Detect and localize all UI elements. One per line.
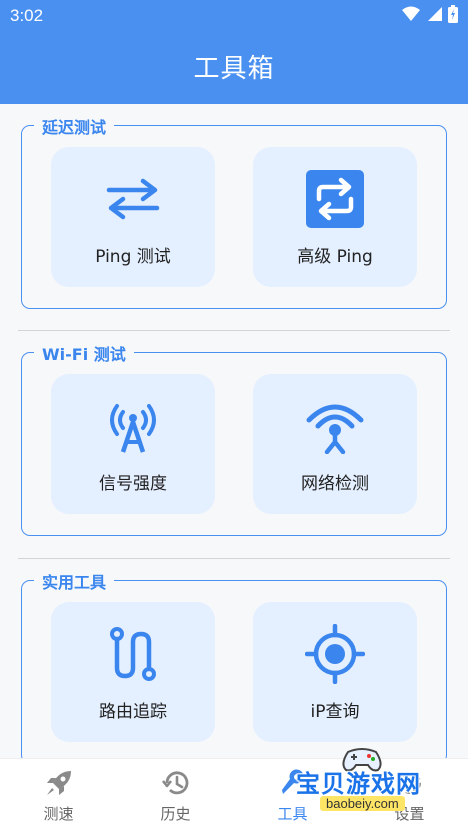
divider: [18, 330, 450, 331]
wifi-status-icon: [402, 6, 420, 21]
history-icon: [117, 769, 234, 797]
repeat-square-icon: [253, 169, 417, 229]
tile-ping-test[interactable]: Ping 测试: [51, 147, 215, 287]
wifi-antenna-icon: [253, 396, 417, 456]
tile-advanced-ping[interactable]: 高级 Ping: [253, 147, 417, 287]
battery-icon: [448, 5, 458, 23]
nav-label: 测速: [43, 805, 74, 823]
tile-label: 路由追踪: [99, 702, 167, 722]
tile-label: 信号强度: [99, 474, 167, 494]
swap-arrows-icon: [51, 169, 215, 229]
tile-label: 高级 Ping: [297, 247, 373, 267]
watermark: 宝贝游戏网 baobeiy.com: [290, 746, 468, 816]
tile-label: Ping 测试: [95, 247, 171, 267]
tile-label: 网络检测: [301, 474, 369, 494]
tile-route-trace[interactable]: 路由追踪: [51, 602, 215, 742]
tile-signal-strength[interactable]: 信号强度: [51, 374, 215, 514]
section-title: 实用工具: [34, 569, 115, 593]
section-utilities: 实用工具 路由追踪 iP查询: [21, 569, 447, 758]
tools-content[interactable]: 延迟测试 Ping 测试 高级 Ping Wi-Fi 测试 信号强度 网络检测 …: [0, 104, 468, 758]
section-title: Wi-Fi 测试: [34, 341, 134, 365]
signal-tower-icon: [51, 396, 215, 456]
rocket-icon: [0, 769, 117, 797]
section-latency-test: 延迟测试 Ping 测试 高级 Ping: [21, 114, 447, 309]
watermark-text: 宝贝游戏网: [296, 770, 421, 798]
nav-label: 历史: [160, 805, 191, 823]
status-bar: 3:02: [0, 0, 468, 32]
status-icons: [402, 5, 458, 23]
section-title: 延迟测试: [34, 114, 115, 138]
watermark-sub: baobeiy.com: [320, 796, 405, 811]
app-bar: 3:02 工具箱: [0, 0, 468, 104]
page-title: 工具箱: [193, 54, 275, 84]
crosshair-icon: [253, 624, 417, 684]
section-wifi-test: Wi-Fi 测试 信号强度 网络检测: [21, 341, 447, 536]
divider: [18, 558, 450, 559]
tile-ip-lookup[interactable]: iP查询: [253, 602, 417, 742]
cell-signal-icon: [428, 7, 442, 21]
nav-item-speedtest[interactable]: 测速: [0, 759, 117, 832]
route-icon: [51, 624, 215, 684]
status-time: 3:02: [10, 6, 44, 25]
tile-network-check[interactable]: 网络检测: [253, 374, 417, 514]
nav-item-history[interactable]: 历史: [117, 759, 234, 832]
tile-label: iP查询: [310, 702, 360, 722]
